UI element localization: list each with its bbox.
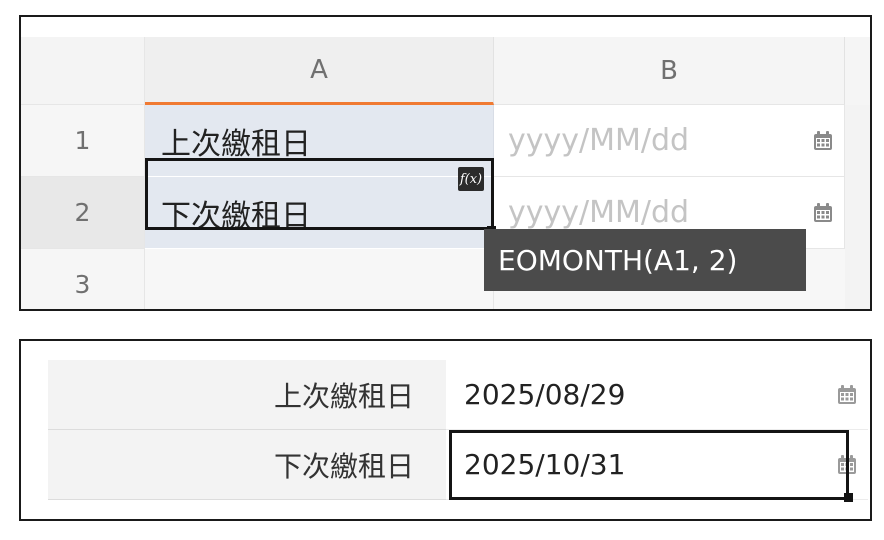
cell-a2[interactable]: 下次繳租日	[145, 177, 494, 249]
calendar-icon[interactable]	[812, 130, 834, 152]
form-label: 上次繳租日	[48, 360, 446, 430]
select-all-corner[interactable]	[21, 37, 145, 105]
cell-a3[interactable]	[145, 249, 494, 309]
row-header-2[interactable]: 2	[21, 177, 145, 249]
row-header-1[interactable]: 1	[21, 105, 145, 177]
date-value: 2025/08/29	[464, 378, 626, 411]
form-label: 下次繳租日	[48, 430, 446, 500]
formula-badge-icon[interactable]: f(x)	[458, 167, 484, 191]
calendar-icon[interactable]	[836, 384, 858, 406]
column-header-c[interactable]	[845, 37, 870, 105]
form-panel: 上次繳租日 2025/08/29 下次繳租日 2025/10/31	[19, 339, 872, 521]
date-field[interactable]: 2025/08/29	[446, 360, 868, 430]
form-row-last-rent-date: 上次繳租日 2025/08/29	[48, 360, 868, 430]
cell-a1[interactable]: 上次繳租日	[145, 105, 494, 177]
spreadsheet-panel: A B 1 2 3 上次繳租日 下次繳租日 yyyy/MM/dd yyyy/MM…	[19, 15, 872, 311]
row-header-3[interactable]: 3	[21, 249, 145, 309]
spreadsheet-grid: A B 1 2 3 上次繳租日 下次繳租日 yyyy/MM/dd yyyy/MM…	[21, 17, 870, 309]
column-header-b[interactable]: B	[494, 37, 845, 105]
fill-handle[interactable]	[844, 493, 853, 502]
form-row-next-rent-date: 下次繳租日 2025/10/31	[48, 430, 868, 500]
column-c-cells[interactable]	[845, 105, 870, 309]
cell-b1-date-input[interactable]: yyyy/MM/dd	[494, 105, 845, 177]
column-header-a[interactable]: A	[145, 37, 494, 105]
formula-tooltip: EOMONTH(A1, 2)	[484, 229, 806, 291]
cell-b2-placeholder: yyyy/MM/dd	[508, 195, 690, 230]
calendar-icon[interactable]	[812, 202, 834, 224]
cell-b1-placeholder: yyyy/MM/dd	[508, 123, 690, 158]
date-field[interactable]: 2025/10/31	[446, 430, 868, 500]
date-value: 2025/10/31	[464, 448, 626, 481]
calendar-icon[interactable]	[836, 454, 858, 476]
